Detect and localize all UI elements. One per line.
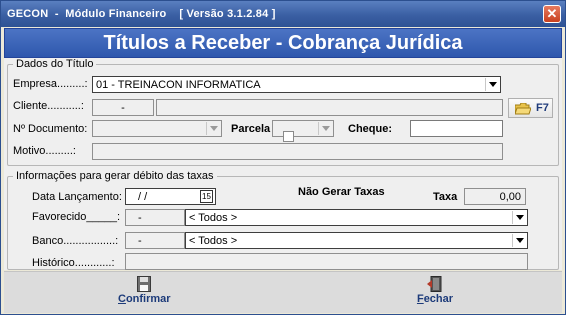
fechar-button[interactable]: Fechar <box>412 276 458 305</box>
chevron-down-icon[interactable] <box>512 211 526 224</box>
data-lancamento-label: Data Lançamento: <box>32 191 122 203</box>
confirmar-accel: C <box>118 293 126 305</box>
cliente-label: Cliente...........: <box>13 100 84 112</box>
favorecido-code-value: - <box>138 212 142 224</box>
chevron-down-icon[interactable] <box>206 122 220 135</box>
empresa-select[interactable]: 01 - TREINACON INFORMATICA <box>92 76 501 93</box>
confirmar-label: onfirmar <box>125 293 171 305</box>
documento-select[interactable] <box>92 120 222 137</box>
banco-code-value: - <box>138 235 142 247</box>
chevron-down-icon[interactable] <box>485 78 499 91</box>
fechar-accel: F <box>416 293 424 305</box>
taxas-heading: Informações para gerar débito das taxas <box>13 170 217 182</box>
favorecido-code-field[interactable]: - <box>125 209 185 226</box>
cliente-code-value: - <box>121 102 125 114</box>
motivo-label: Motivo.........: <box>13 145 76 157</box>
close-icon[interactable]: ✕ <box>543 5 561 23</box>
historico-label: Histórico............: <box>32 257 115 269</box>
nao-gerar-taxas-label: Não Gerar Taxas <box>298 186 385 198</box>
favorecido-label: Favorecido_____: <box>32 211 121 223</box>
parcela-select[interactable] <box>272 120 334 137</box>
taxa-value: 0,00 <box>499 191 521 203</box>
empresa-label: Empresa.........: <box>13 78 88 90</box>
data-lancamento-value: / / <box>138 191 148 203</box>
form-content: Dados do Título Empresa.........: 01 - T… <box>4 58 562 270</box>
historico-field[interactable] <box>125 253 528 270</box>
documento-label: Nº Documento: <box>13 123 88 135</box>
banco-value: < Todos > <box>189 235 238 247</box>
fechar-label: echar <box>423 293 454 305</box>
title-bar: GECON - Módulo Financeiro [ Versão 3.1.2… <box>1 1 565 27</box>
exit-door-icon <box>427 276 442 292</box>
chevron-down-icon[interactable] <box>512 234 526 247</box>
motivo-field[interactable] <box>92 143 503 160</box>
footer-bar: Confirmar Fechar <box>4 271 562 313</box>
empresa-value: 01 - TREINACON INFORMATICA <box>96 79 261 91</box>
calendar-icon[interactable]: 15 <box>200 190 213 203</box>
confirmar-button[interactable]: Confirmar <box>118 276 171 305</box>
taxa-label: Taxa <box>433 191 458 203</box>
banco-select[interactable]: < Todos > <box>185 232 528 249</box>
folder-icon <box>515 103 531 115</box>
floppy-disk-icon <box>137 276 151 292</box>
favorecido-value: < Todos > <box>189 212 238 224</box>
window-title: GECON - Módulo Financeiro [ Versão 3.1.2… <box>7 8 276 20</box>
nao-gerar-taxas-checkbox[interactable] <box>283 131 294 142</box>
app-window: GECON - Módulo Financeiro [ Versão 3.1.2… <box>0 0 566 315</box>
dados-titulo-heading: Dados do Título <box>13 58 97 70</box>
cliente-code-field[interactable]: - <box>92 99 154 116</box>
cliente-name-field[interactable] <box>156 99 503 116</box>
taxa-field[interactable]: 0,00 <box>464 188 526 205</box>
f7-search-button[interactable]: F7 <box>508 98 553 118</box>
favorecido-select[interactable]: < Todos > <box>185 209 528 226</box>
banco-label: Banco.................: <box>32 235 119 247</box>
cheque-field[interactable] <box>410 120 503 137</box>
banco-code-field[interactable]: - <box>125 232 185 249</box>
cheque-label: Cheque: <box>348 123 392 135</box>
parcela-label: Parcela <box>231 123 271 135</box>
f7-label: F7 <box>536 102 549 114</box>
page-title: Títulos a Receber - Cobrança Jurídica <box>4 28 562 58</box>
data-lancamento-field[interactable]: / / 15 <box>125 188 216 205</box>
chevron-down-icon[interactable] <box>318 122 332 135</box>
